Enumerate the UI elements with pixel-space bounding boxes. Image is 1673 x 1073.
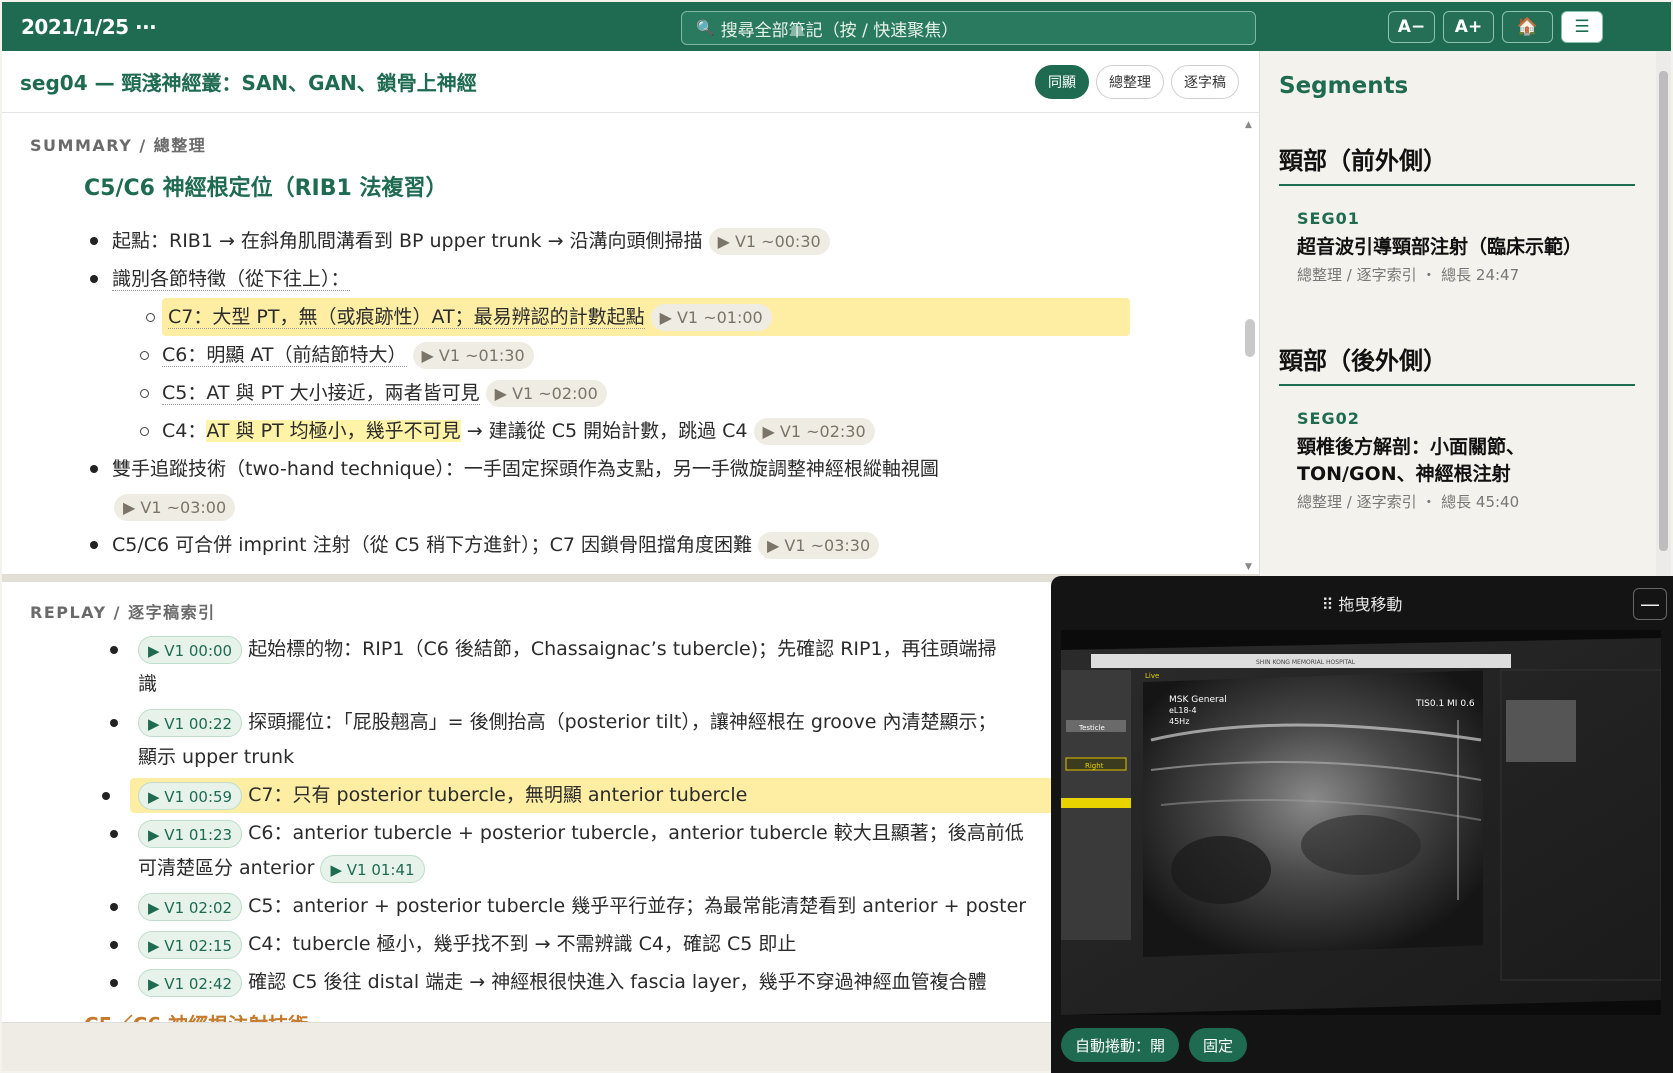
view-mode-buttons: 同顯 總整理 逐字稿	[1035, 65, 1239, 99]
summary-section: SUMMARY / 總整理 C5/C6 神經根定位（RIB1 法複習） 起點：R…	[2, 114, 1260, 574]
summary-list: 起點：RIB1 → 在斜角肌間溝看到 BP upper trunk → 沿溝向頭…	[90, 222, 1192, 564]
item-text: 起點：RIB1 → 在斜角肌間溝看到 BP upper trunk → 沿溝向頭…	[112, 230, 703, 252]
timecode-chip[interactable]: ▶ V1 ~03:00	[114, 494, 236, 521]
sidebar-title: Segments	[1279, 73, 1409, 99]
global-search-input[interactable]: 🔍 搜尋全部筆記（按 / 快速聚焦）	[681, 11, 1256, 45]
search-placeholder: 搜尋全部筆記（按 / 快速聚焦）	[720, 20, 959, 41]
us-freq: 45Hz	[1169, 717, 1189, 726]
home-icon[interactable]: 🏠	[1502, 11, 1553, 43]
timecode-button[interactable]: ▶ V1 00:59	[138, 781, 243, 810]
item-text: C7：只有 posterior tubercle，無明顯 anterior tu…	[248, 784, 748, 806]
timecode-button[interactable]: ▶ V1 00:00	[138, 635, 243, 664]
item-text: 確認 C5 後往 distal 端走 → 神經根很快進入 fascia laye…	[248, 971, 987, 993]
page-title-bar: seg04 — 頸淺神經叢：SAN、GAN、鎖骨上神經 同顯 總整理 逐字稿	[2, 51, 1259, 113]
segments-sidebar: Segments 頸部（前外側） SEG01 超音波引導頸部注射（臨床示範） 總…	[1262, 51, 1655, 581]
item-text: C5：anterior + posterior tubercle 幾乎平行並存；…	[248, 895, 1027, 917]
sidebar-scroll-thumb[interactable]	[1659, 71, 1668, 551]
us-live: Live	[1145, 672, 1159, 680]
us-mode: MSK General	[1169, 695, 1227, 705]
item-text: 雙手追蹤技術（two-hand technique）：一手固定探頭作為支點，另一…	[112, 458, 939, 480]
segment-group-heading: 頸部（前外側）	[1279, 141, 1635, 186]
segment-group-heading: 頸部（後外側）	[1279, 341, 1635, 386]
summary-label: SUMMARY / 總整理	[30, 136, 207, 155]
segment-meta: 總整理 / 逐字索引 ・ 總長 24:47	[1297, 266, 1520, 284]
summary-scrollbar[interactable]	[1245, 319, 1255, 357]
timecode-button[interactable]: ▶ V1 02:42	[138, 968, 243, 997]
search-icon: 🔍	[696, 19, 715, 37]
item-suffix: → 建議從 C5 開始計數，跳過 C4	[460, 420, 748, 442]
autoscroll-toggle-button[interactable]: 自動捲動：開	[1061, 1028, 1180, 1062]
item-continuation: 可清楚區分 anterior	[138, 857, 315, 879]
segment-item-seg01[interactable]: SEG01 超音波引導頸部注射（臨床示範） 總整理 / 逐字索引 ・ 總長 24…	[1297, 209, 1627, 285]
list-item: C5：AT 與 PT 大小接近，兩者皆可見 ▶ V1 ~02:00	[140, 374, 1192, 412]
replay-label: REPLAY / 逐字稿索引	[30, 603, 216, 622]
page-title: seg04 — 頸淺神經叢：SAN、GAN、鎖骨上神經	[20, 71, 477, 95]
item-continuation: 識	[138, 673, 158, 695]
item-text: C5/C6 可合併 imprint 注射（從 C5 稍下方進針）；C7 因鎖骨阻…	[112, 534, 752, 556]
list-item: C4：AT 與 PT 均極小，幾乎不可見 → 建議從 C5 開始計數，跳過 C4…	[140, 412, 1192, 450]
list-item: 起點：RIB1 → 在斜角肌間溝看到 BP upper trunk → 沿溝向頭…	[90, 222, 1192, 260]
next-section-heading: C5／C6 神經根注射技術	[84, 1009, 308, 1022]
scroll-up-icon[interactable]: ▲	[1245, 120, 1252, 130]
view-summary-button[interactable]: 總整理	[1096, 65, 1164, 99]
timecode-chip[interactable]: ▶ V1 ~03:30	[758, 532, 880, 559]
timecode-chip[interactable]: ▶ V1 ~00:30	[708, 228, 830, 255]
item-text: 起始標的物：RIP1（C6 後結節，Chassaignac’s tubercle…	[248, 638, 997, 660]
top-bar: 2021/1/25 ··· 🔍 搜尋全部筆記（按 / 快速聚焦） A− A+ 🏠…	[2, 2, 1671, 51]
item-text: C5：AT 與 PT 大小接近，兩者皆可見	[162, 382, 480, 405]
list-item-highlighted: C7：大型 PT，無（或痕跡性）AT；最易辨認的計數起點 ▶ V1 ~01:00	[146, 298, 1130, 336]
timecode-chip[interactable]: ▶ V1 ~01:00	[650, 304, 772, 331]
timecode-button[interactable]: ▶ V1 00:22	[138, 708, 243, 737]
video-panel-controls: 自動捲動：開 固定	[1061, 1028, 1248, 1062]
item-text: C6：明顯 AT（前結節特大）	[162, 344, 407, 367]
list-item: 雙手追蹤技術（two-hand technique）：一手固定探頭作為支點，另一…	[90, 450, 1192, 526]
us-hospital: SHIN KONG MEMORIAL HOSPITAL	[1256, 659, 1356, 666]
drag-handle[interactable]: ⠿ 拖曳移動 —	[1051, 576, 1673, 630]
segment-title: 頸椎後方解剖：小面關節、TON/GON、神經根注射	[1297, 436, 1526, 485]
ultrasound-video[interactable]: MSK General eL18-4 45Hz TIS0.1 MI 0.6 SH…	[1061, 630, 1661, 1015]
timecode-chip[interactable]: ▶ V1 ~02:30	[753, 418, 875, 445]
us-side: Right	[1085, 762, 1104, 770]
timecode-button[interactable]: ▶ V1 02:02	[138, 892, 243, 921]
timecode-button[interactable]: ▶ V1 01:23	[138, 819, 243, 848]
segment-title: 超音波引導頸部注射（臨床示範）	[1297, 236, 1583, 258]
drag-label: ⠿ 拖曳移動	[1321, 595, 1403, 614]
view-split-button[interactable]: 同顯	[1035, 65, 1089, 99]
scroll-down-icon[interactable]: ▼	[1245, 562, 1252, 572]
item-text: C6：anterior tubercle + posterior tubercl…	[248, 822, 1024, 844]
minimize-button[interactable]: —	[1633, 588, 1667, 620]
segment-code: SEG01	[1297, 209, 1360, 228]
us-index: TIS0.1 MI 0.6	[1415, 699, 1475, 709]
floating-video-panel[interactable]: ⠿ 拖曳移動 — MSK General eL18-4 45Hz TIS0.1 …	[1051, 576, 1673, 1073]
item-text: C7：大型 PT，無（或痕跡性）AT；最易辨認的計數起點	[168, 306, 645, 329]
timecode-chip[interactable]: ▶ V1 ~02:00	[485, 380, 607, 407]
pin-button[interactable]: 固定	[1189, 1028, 1248, 1062]
item-highlight: AT 與 PT 均極小，幾乎不可見	[206, 420, 461, 442]
sidebar-scrollbar[interactable]	[1656, 51, 1671, 581]
font-smaller-button[interactable]: A−	[1388, 11, 1435, 43]
ultrasound-frame: MSK General eL18-4 45Hz TIS0.1 MI 0.6 SH…	[1061, 630, 1661, 1015]
app-brand: 2021/1/25 ···	[21, 14, 157, 39]
font-larger-button[interactable]: A+	[1443, 11, 1494, 43]
us-probe: eL18-4	[1169, 706, 1197, 715]
timecode-button[interactable]: ▶ V1 01:41	[320, 854, 425, 883]
timecode-chip[interactable]: ▶ V1 ~01:30	[412, 342, 534, 369]
list-item: C6：明顯 AT（前結節特大） ▶ V1 ~01:30	[140, 336, 1192, 374]
item-text: 探頭擺位：「屁股翹高」= 後側抬高（posterior tilt），讓神經根在 …	[248, 711, 997, 733]
list-item: C5/C6 可合併 imprint 注射（從 C5 稍下方進針）；C7 因鎖骨阻…	[90, 526, 1192, 564]
us-preset: Testicle	[1078, 724, 1105, 732]
timecode-button[interactable]: ▶ V1 02:15	[138, 930, 243, 959]
segment-item-seg02[interactable]: SEG02 頸椎後方解剖：小面關節、TON/GON、神經根注射 總整理 / 逐字…	[1297, 409, 1627, 512]
summary-heading: C5/C6 神經根定位（RIB1 法複習）	[84, 176, 448, 201]
item-continuation: 顯示 upper trunk	[138, 746, 295, 768]
menu-icon[interactable]: ☰	[1561, 11, 1603, 43]
segment-code: SEG02	[1297, 409, 1360, 428]
view-transcript-button[interactable]: 逐字稿	[1171, 65, 1239, 99]
item-text: C4：tubercle 極小，幾乎找不到 → 不需辨識 C4，確認 C5 即止	[248, 933, 797, 955]
list-item: 識別各節特徵（從下往上）：	[90, 260, 1192, 298]
segment-meta: 總整理 / 逐字索引 ・ 總長 45:40	[1297, 493, 1520, 511]
item-text: 識別各節特徵（從下往上）：	[112, 268, 350, 291]
item-prefix: C4：	[162, 420, 207, 442]
